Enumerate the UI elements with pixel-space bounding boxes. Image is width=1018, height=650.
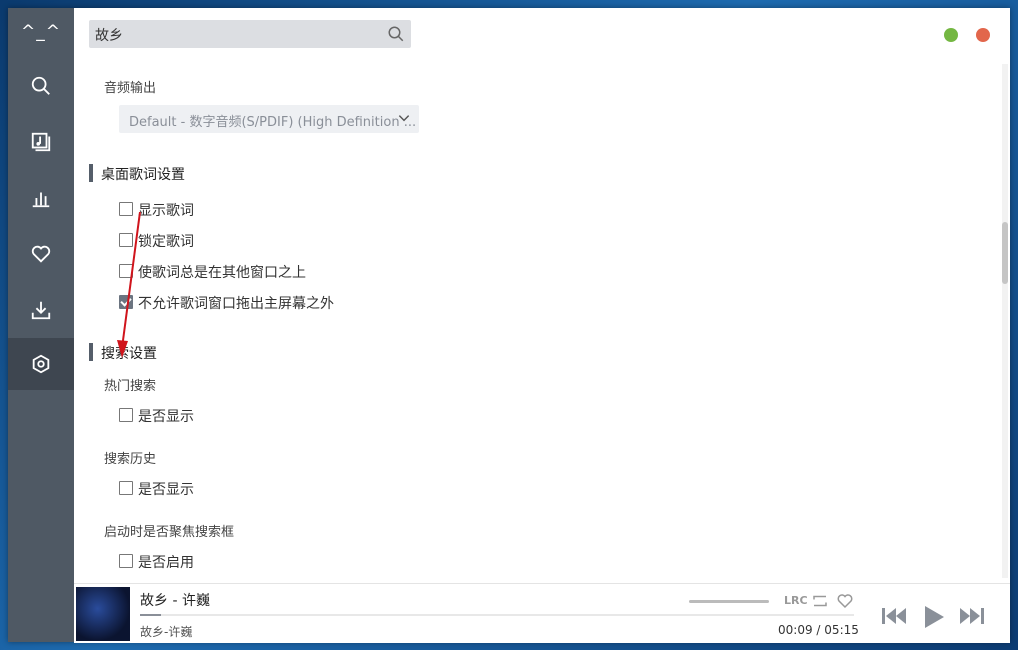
album-cover[interactable] bbox=[76, 587, 130, 641]
progress-bar[interactable] bbox=[140, 614, 854, 616]
download-icon bbox=[31, 301, 51, 320]
track-subtitle: 故乡-许巍 bbox=[140, 625, 193, 639]
checkbox-label: 锁定歌词 bbox=[138, 234, 194, 250]
settings-icon bbox=[32, 354, 50, 374]
heart-icon bbox=[31, 245, 51, 263]
checkbox-box[interactable] bbox=[119, 408, 133, 422]
heart-icon[interactable] bbox=[836, 592, 854, 610]
checkbox-box[interactable] bbox=[119, 481, 133, 495]
checkbox-label: 显示歌词 bbox=[138, 203, 194, 219]
focus-search-label: 启动时是否聚焦搜索框 bbox=[104, 525, 235, 540]
music-library-icon bbox=[31, 132, 51, 152]
time-display: 00:09 / 05:15 bbox=[778, 623, 859, 637]
sidebar-item-downloads[interactable] bbox=[8, 284, 74, 336]
play-icon[interactable] bbox=[920, 604, 946, 630]
chart-icon bbox=[32, 192, 50, 208]
app-logo: ^_^ bbox=[21, 22, 61, 42]
checkbox-label: 是否显示 bbox=[138, 482, 194, 498]
next-track-icon[interactable] bbox=[958, 604, 986, 628]
checkbox-box[interactable] bbox=[119, 554, 133, 568]
sidebar: ^_^ bbox=[8, 8, 74, 642]
track-title: 故乡 - 许巍 bbox=[140, 593, 210, 609]
search-history-label: 搜索历史 bbox=[104, 452, 157, 467]
sidebar-item-search[interactable] bbox=[8, 60, 74, 112]
sidebar-item-library[interactable] bbox=[8, 116, 74, 168]
checkbox-box[interactable] bbox=[119, 233, 133, 247]
scrollbar[interactable] bbox=[1002, 64, 1008, 578]
search-input[interactable]: 故乡 bbox=[95, 25, 123, 45]
audio-output-value: Default - 数字音频(S/PDIF) (High Definition … bbox=[129, 115, 417, 130]
section-title: 桌面歌词设置 bbox=[101, 167, 185, 183]
time-separator: / bbox=[816, 623, 821, 637]
checkbox-box[interactable] bbox=[119, 264, 133, 278]
sidebar-item-charts[interactable] bbox=[8, 172, 74, 224]
sidebar-item-settings[interactable] bbox=[8, 338, 74, 390]
hot-search-label: 热门搜索 bbox=[104, 379, 157, 394]
scrollbar-thumb[interactable] bbox=[1002, 222, 1008, 284]
audio-output-select[interactable]: Default - 数字音频(S/PDIF) (High Definition … bbox=[119, 105, 419, 133]
audio-output-label: 音频输出 bbox=[104, 81, 157, 96]
section-title: 搜索设置 bbox=[101, 346, 157, 362]
section-marker bbox=[89, 164, 93, 182]
current-time: 00:09 bbox=[778, 623, 813, 637]
player-bar: 故乡 - 许巍 故乡-许巍 00:09 / 05:15 LRC bbox=[74, 583, 1010, 643]
chevron-down-icon bbox=[398, 115, 410, 122]
progress-fill bbox=[140, 614, 162, 616]
checkbox-box[interactable] bbox=[119, 202, 133, 216]
checkbox-label: 是否显示 bbox=[138, 409, 194, 425]
search-icon bbox=[31, 76, 50, 95]
repeat-icon[interactable] bbox=[811, 592, 829, 610]
lyrics-toggle-icon[interactable]: LRC bbox=[784, 594, 808, 607]
previous-track-icon[interactable] bbox=[880, 604, 908, 628]
checkbox-label: 使歌词总是在其他窗口之上 bbox=[138, 265, 306, 281]
volume-slider[interactable] bbox=[689, 600, 769, 603]
section-marker bbox=[89, 343, 93, 361]
checkbox-label: 不允许歌词窗口拖出主屏幕之外 bbox=[138, 296, 334, 312]
checkbox-box[interactable] bbox=[119, 295, 133, 309]
search-icon[interactable] bbox=[387, 25, 405, 43]
close-button[interactable] bbox=[976, 28, 990, 42]
minimize-button[interactable] bbox=[944, 28, 958, 42]
total-time: 05:15 bbox=[824, 623, 859, 637]
sidebar-item-favorites[interactable] bbox=[8, 228, 74, 280]
checkbox-label: 是否启用 bbox=[138, 555, 194, 571]
search-bar[interactable]: 故乡 bbox=[89, 20, 411, 48]
settings-panel: 故乡 音频输出 Default - 数字音频(S/PDIF) (High Def… bbox=[74, 8, 1010, 583]
app-window: ^_^ 故乡 音频输出 Default - 数字音频(S/PDIF) (High… bbox=[8, 8, 1010, 643]
